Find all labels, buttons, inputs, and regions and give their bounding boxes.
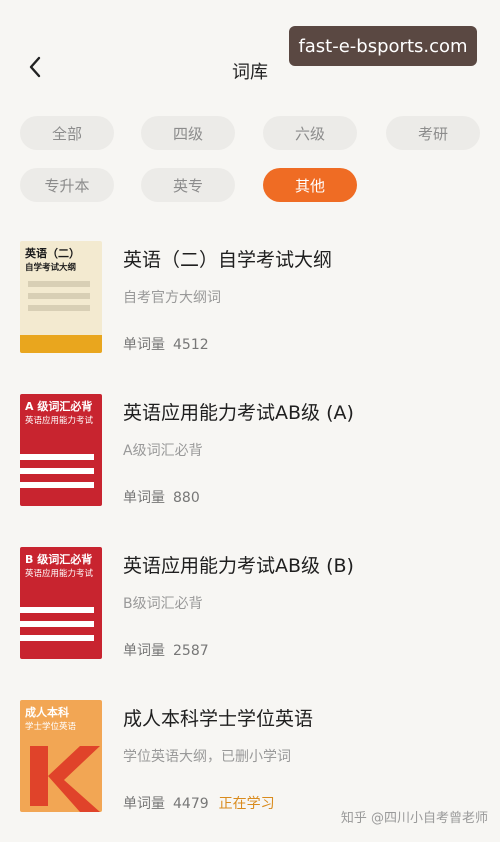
cover-pattern xyxy=(20,607,94,641)
filter-chip-cet6[interactable]: 六级 xyxy=(263,116,357,150)
word-count: 单词量 2587 xyxy=(123,643,209,659)
filter-chip-english-major[interactable]: 英专 xyxy=(141,168,235,202)
word-count: 单词量 4479 正在学习 xyxy=(123,796,275,812)
cover-pattern xyxy=(20,281,102,353)
book-item[interactable]: B 级词汇必背 英语应用能力考试 英语应用能力考试AB级 (B) B级词汇必背 … xyxy=(0,547,500,687)
learning-status-badge: 正在学习 xyxy=(218,796,275,812)
footer-watermark: 知乎 @四川小自考曾老师 xyxy=(340,811,488,826)
book-item[interactable]: 英语（二） 自学考试大纲 英语（二）自学考试大纲 自考官方大纲词 单词量 4512 xyxy=(0,241,500,381)
word-count: 单词量 4512 xyxy=(123,337,209,353)
filter-chip-postgrad[interactable]: 考研 xyxy=(386,116,480,150)
site-watermark: fast-e-bsports.com xyxy=(289,26,477,66)
cover-k-graphic xyxy=(30,746,100,812)
book-description: B级词汇必背 xyxy=(123,596,203,612)
book-cover: 英语（二） 自学考试大纲 xyxy=(20,241,102,353)
cover-pattern xyxy=(20,454,94,488)
filter-chip-cet4[interactable]: 四级 xyxy=(141,116,235,150)
book-description: 自考官方大纲词 xyxy=(123,290,221,306)
book-description: 学位英语大纲，已删小学词 xyxy=(123,749,291,765)
book-cover: B 级词汇必背 英语应用能力考试 xyxy=(20,547,102,659)
book-item[interactable]: A 级词汇必背 英语应用能力考试 英语应用能力考试AB级 (A) A级词汇必背 … xyxy=(0,394,500,534)
book-title: 成人本科学士学位英语 xyxy=(123,708,314,730)
word-count: 单词量 880 xyxy=(123,490,200,506)
filter-chip-upgrade[interactable]: 专升本 xyxy=(20,168,114,202)
filter-chip-other[interactable]: 其他 xyxy=(263,168,357,202)
book-cover: 成人本科 学士学位英语 xyxy=(20,700,102,812)
book-cover: A 级词汇必背 英语应用能力考试 xyxy=(20,394,102,506)
filter-chip-all[interactable]: 全部 xyxy=(20,116,114,150)
book-title: 英语应用能力考试AB级 (A) xyxy=(123,402,354,424)
book-title: 英语应用能力考试AB级 (B) xyxy=(123,555,354,577)
book-title: 英语（二）自学考试大纲 xyxy=(123,249,333,271)
book-description: A级词汇必背 xyxy=(123,443,203,459)
